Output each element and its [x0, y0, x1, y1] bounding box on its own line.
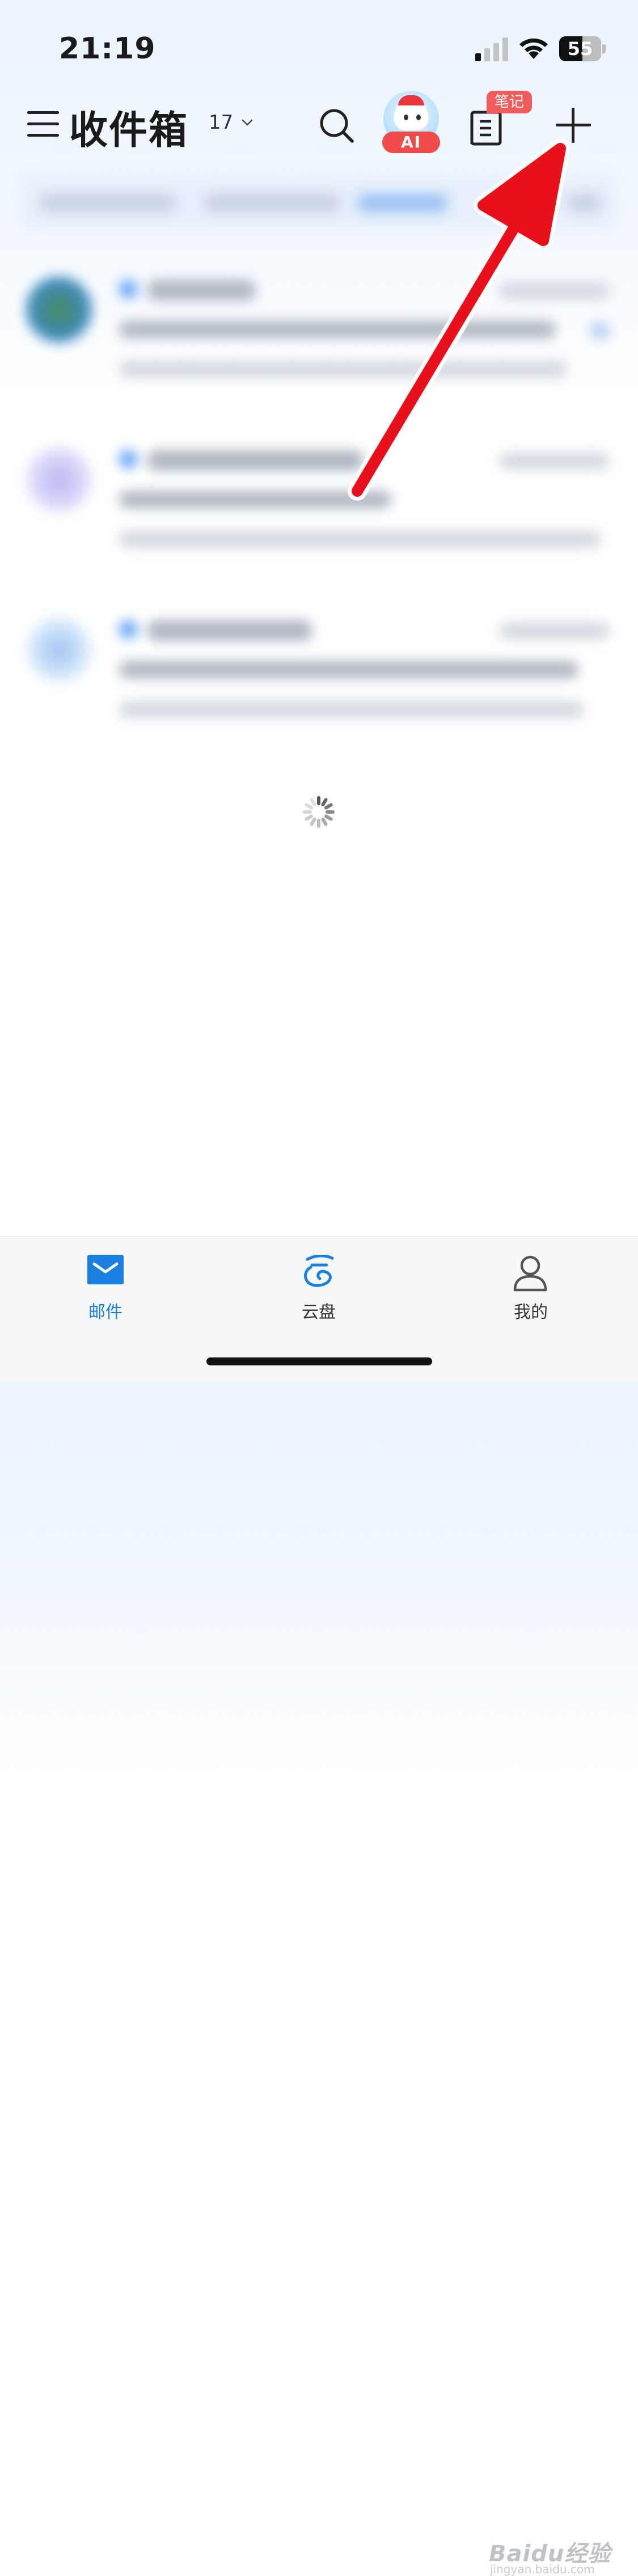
unread-count[interactable]: 17	[209, 111, 233, 134]
cloud-drive-icon	[304, 1255, 334, 1287]
mail-row[interactable]	[0, 590, 638, 760]
inbox-header: 收件箱 17 AI 笔记	[0, 91, 638, 159]
search-icon[interactable]	[318, 107, 355, 144]
watermark-url: jingyan.baidu.com	[490, 2562, 595, 2576]
mail-list	[0, 249, 638, 760]
profile-icon	[513, 1255, 547, 1292]
cellular-signal-icon	[475, 37, 508, 61]
status-bar: 21:19 55	[0, 0, 638, 85]
ai-badge: AI	[382, 132, 440, 153]
menu-icon[interactable]	[27, 109, 59, 138]
battery-level: 55	[567, 38, 593, 60]
chevron-down-icon[interactable]	[240, 116, 254, 129]
loading-spinner-icon	[303, 796, 335, 828]
sender-avatar	[26, 617, 92, 683]
battery-icon: 55	[559, 36, 606, 61]
page-title[interactable]: 收件箱	[69, 99, 188, 155]
tab-label-mail: 邮件	[88, 1302, 122, 1322]
notes-badge: 笔记	[487, 91, 533, 113]
sender-avatar	[26, 447, 92, 513]
home-indicator[interactable]	[206, 1357, 432, 1365]
ai-assistant-button[interactable]: AI	[381, 91, 441, 154]
tab-mail[interactable]: 邮件	[54, 1250, 157, 1324]
wifi-icon	[519, 38, 548, 59]
status-time: 21:19	[59, 32, 156, 66]
filter-bar	[23, 175, 615, 231]
mail-icon	[87, 1255, 124, 1284]
tab-label-me: 我的	[514, 1302, 548, 1322]
mail-row[interactable]	[0, 249, 638, 420]
compose-plus-icon[interactable]	[556, 108, 591, 143]
tab-cloud-drive[interactable]: 云盘	[268, 1250, 370, 1324]
mail-row[interactable]	[0, 420, 638, 590]
tab-label-cloud-drive: 云盘	[302, 1302, 336, 1322]
tab-me[interactable]: 我的	[480, 1250, 582, 1324]
sender-avatar	[26, 277, 92, 342]
